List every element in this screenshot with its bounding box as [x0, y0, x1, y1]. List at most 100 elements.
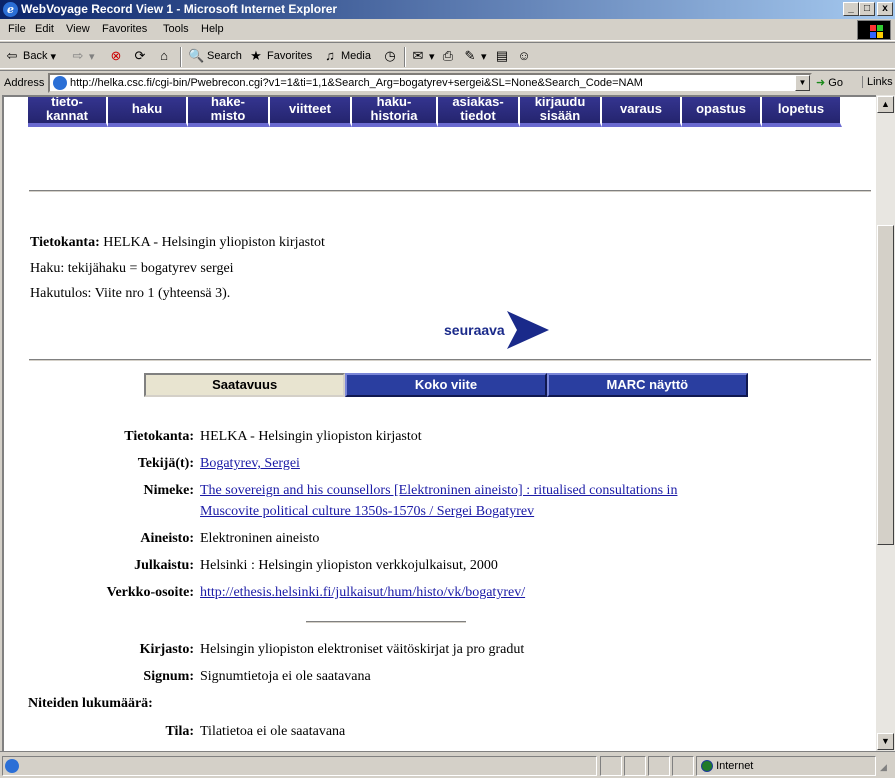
nav-lopetus[interactable]: lopetus: [762, 97, 842, 127]
links-toolbar[interactable]: Links: [862, 76, 893, 88]
history-button[interactable]: ◷: [382, 48, 398, 64]
nav-haku[interactable]: haku: [108, 97, 188, 127]
scroll-down-icon[interactable]: ▼: [877, 733, 894, 750]
discuss-icon: ▤: [495, 48, 509, 63]
close-button[interactable]: x: [877, 2, 893, 16]
catalog-nav: tieto-kannat haku hake-misto viitteet ha…: [4, 97, 842, 149]
forward-button[interactable]: ⇨ ▾: [70, 48, 95, 64]
nav-varaus[interactable]: varaus: [602, 97, 682, 127]
field-label: Tietokanta:: [124, 429, 194, 444]
field-label: Nimeke:: [143, 483, 194, 498]
field-label: Kirjasto:: [139, 642, 194, 657]
edit-icon: ✎: [464, 48, 476, 63]
nav-opastus[interactable]: opastus: [682, 97, 762, 127]
field-value: Elektroninen aineisto: [200, 531, 320, 546]
tab-koko-viite[interactable]: Koko viite: [345, 373, 547, 397]
menu-help[interactable]: Help: [201, 23, 224, 35]
address-url: http://helka.csc.fi/cgi-bin/Pwebrecon.cg…: [70, 77, 643, 89]
field-value: Helsinki : Helsingin yliopiston verkkoju…: [200, 558, 498, 573]
resize-grip-icon[interactable]: ◢: [880, 762, 887, 773]
forward-dropdown-icon: ▾: [89, 50, 95, 63]
menu-tools[interactable]: Tools: [163, 23, 189, 35]
search-result: Hakutulos: Viite nro 1 (yhteensä 3).: [30, 286, 231, 301]
menu-file[interactable]: File: [8, 23, 26, 35]
page-icon: [53, 76, 67, 91]
nav-kirjaudu-sisaan[interactable]: kirjaudu sisään: [520, 97, 602, 127]
browser-window: e WebVoyage Record View 1 - Microsoft In…: [0, 0, 895, 778]
address-input[interactable]: http://helka.csc.fi/cgi-bin/Pwebrecon.cg…: [48, 73, 812, 93]
messenger-icon: ☺: [517, 48, 531, 63]
menu-edit[interactable]: Edit: [35, 23, 54, 35]
search-database: Tietokanta: HELKA - Helsingin yliopiston…: [30, 235, 325, 250]
title-link[interactable]: The sovereign and his counsellors [Elekt…: [200, 483, 677, 499]
divider: [29, 190, 871, 192]
nav-asiakastiedot[interactable]: asiakas-tiedot: [438, 97, 520, 127]
nav-hakuhistoria[interactable]: haku-historia: [352, 97, 438, 127]
messenger-button[interactable]: ☺: [516, 48, 532, 64]
title-bar: e WebVoyage Record View 1 - Microsoft In…: [0, 0, 895, 19]
ie-logo-icon: e: [3, 2, 18, 17]
next-arrow-icon: [506, 311, 549, 349]
menu-view[interactable]: View: [66, 23, 90, 35]
field-value: Helsingin yliopiston elektroniset väitös…: [200, 642, 525, 657]
stop-button[interactable]: ⊗: [108, 48, 124, 64]
window-title: WebVoyage Record View 1 - Microsoft Inte…: [21, 2, 338, 16]
scroll-up-icon[interactable]: ▲: [877, 96, 894, 113]
nav-tietokannat[interactable]: tieto-kannat: [28, 97, 108, 127]
media-button[interactable]: ♫ Media: [322, 48, 371, 64]
home-icon: ⌂: [160, 48, 168, 63]
field-value: Signumtietoja ei ole saatavana: [200, 669, 371, 684]
favorites-button[interactable]: ★ Favorites: [248, 48, 312, 64]
url-link[interactable]: http://ethesis.helsinki.fi/julkaisut/hum…: [200, 585, 525, 601]
field-label: Julkaistu:: [134, 558, 194, 573]
mail-dropdown-icon: ▾: [429, 50, 435, 63]
maximize-button[interactable]: □: [859, 2, 875, 16]
media-icon: ♫: [325, 48, 335, 63]
refresh-icon: ⟳: [134, 48, 146, 63]
address-dropdown-icon[interactable]: ▼: [795, 75, 810, 91]
page-status-icon: [5, 759, 19, 773]
search-icon: 🔍: [188, 48, 205, 63]
field-label: Tila:: [165, 724, 194, 739]
nav-viitteet[interactable]: viitteet: [270, 97, 352, 127]
address-label: Address: [4, 77, 45, 89]
search-button[interactable]: 🔍 Search: [188, 48, 242, 64]
page-content: tieto-kannat haku hake-misto viitteet ha…: [2, 95, 876, 751]
standard-toolbar: ⇦ Back ▾ ⇨ ▾ ⊗ ⟳ ⌂ 🔍 Search ★ Favorites …: [0, 42, 895, 69]
edit-button[interactable]: ✎ ▾: [462, 48, 487, 64]
go-arrow-icon: ➜: [816, 77, 826, 89]
minimize-button[interactable]: _: [843, 2, 859, 16]
back-dropdown-icon: ▾: [50, 50, 56, 63]
title-link-continued[interactable]: Muscovite political culture 1350s-1570s …: [200, 504, 534, 520]
vertical-scrollbar[interactable]: ▲ ▼: [876, 95, 895, 751]
view-tabs: Saatavuus Koko viite MARC näyttö: [144, 373, 748, 397]
go-button[interactable]: ➜ Go: [816, 76, 843, 89]
print-button[interactable]: ⎙: [440, 48, 456, 64]
field-value: HELKA - Helsingin yliopiston kirjastot: [200, 429, 422, 444]
home-button[interactable]: ⌂: [156, 48, 172, 64]
print-icon: ⎙: [442, 48, 454, 63]
field-label: Verkko-osoite:: [106, 585, 194, 600]
holdings-divider: [306, 621, 466, 623]
nav-hakemisto[interactable]: hake-misto: [188, 97, 270, 127]
menu-favorites[interactable]: Favorites: [102, 23, 147, 35]
divider: [29, 359, 871, 361]
field-label: Aineisto:: [140, 531, 194, 546]
mail-button[interactable]: ✉ ▾: [410, 48, 435, 64]
tab-saatavuus[interactable]: Saatavuus: [144, 373, 346, 397]
edit-dropdown-icon: ▾: [481, 50, 487, 63]
holdings-field-label: Niteiden lukumäärä:: [28, 696, 153, 711]
next-record-button[interactable]: seuraava: [444, 309, 551, 351]
toolbar-separator: [180, 47, 182, 67]
refresh-button[interactable]: ⟳: [132, 48, 148, 64]
search-query: Haku: tekijähaku = bogatyrev sergei: [30, 261, 234, 276]
back-button[interactable]: ⇦ Back ▾: [4, 48, 56, 64]
stop-icon: ⊗: [110, 48, 122, 63]
discuss-button[interactable]: ▤: [494, 48, 510, 64]
scroll-thumb[interactable]: [877, 225, 894, 545]
tab-marc-naytto[interactable]: MARC näyttö: [546, 373, 748, 397]
favorites-icon: ★: [250, 48, 262, 63]
toolbar-separator: [404, 47, 406, 67]
history-icon: ◷: [384, 48, 396, 63]
author-link[interactable]: Bogatyrev, Sergei: [200, 456, 300, 472]
